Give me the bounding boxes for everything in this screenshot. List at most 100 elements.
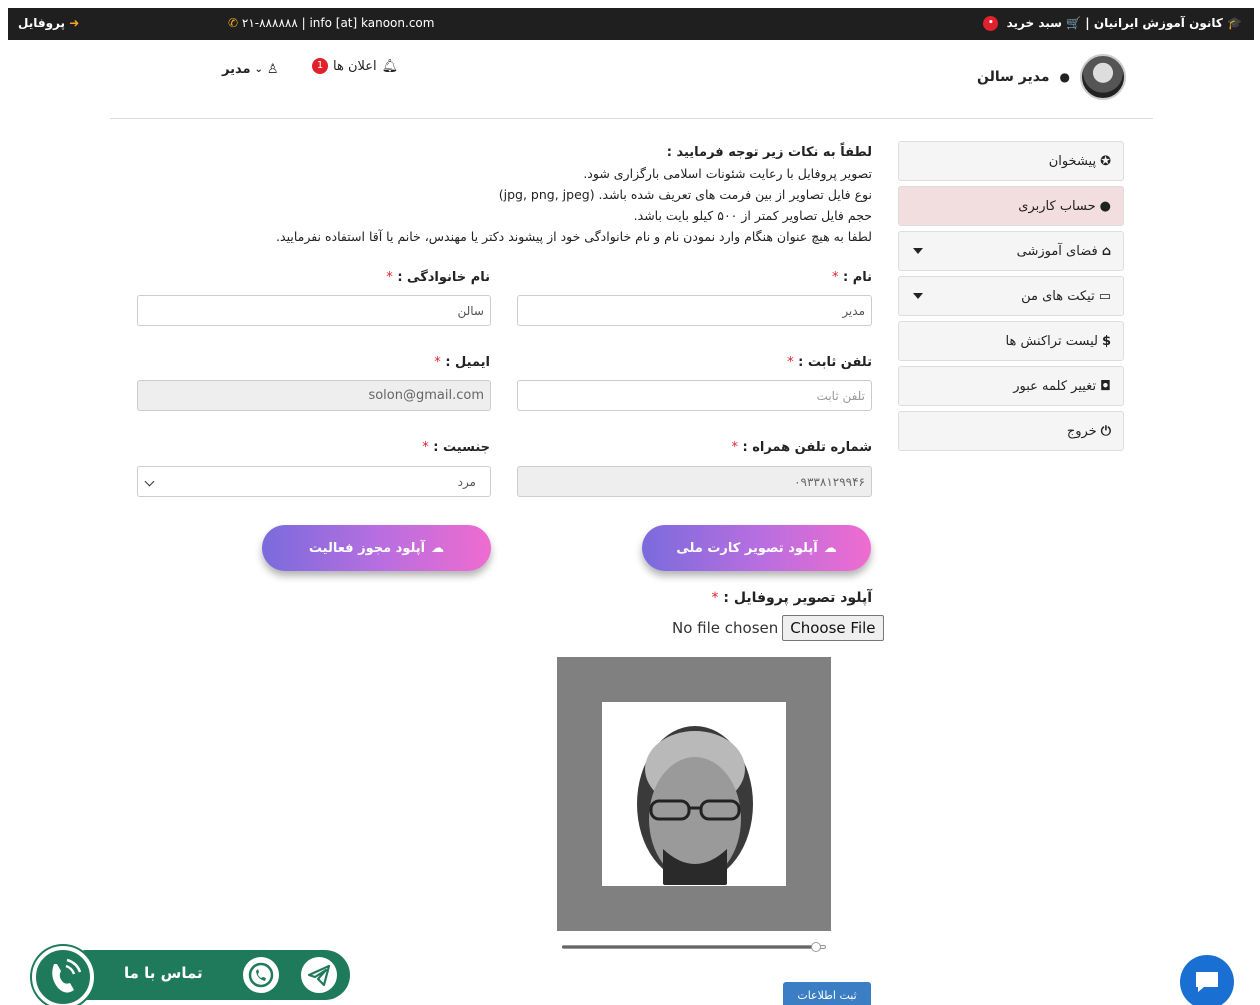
phone-label-text: تلفن ثابت :: [798, 355, 872, 370]
first-name-label-text: نام :: [842, 270, 872, 285]
contact-widget[interactable]: تماس با ما: [32, 946, 350, 1005]
required-mark: *: [434, 355, 441, 370]
sidebar-item-label: حساب کاربری: [1018, 198, 1096, 214]
submit-button[interactable]: ثبت اطلاعات: [783, 982, 871, 1005]
contact-us-label: تماس با ما: [124, 964, 203, 982]
phone-ring-icon[interactable]: [32, 946, 94, 1005]
required-mark: *: [731, 440, 738, 455]
dollar-icon: $: [1101, 333, 1111, 349]
sidebar-item-account[interactable]: ● حساب کاربری: [898, 186, 1124, 226]
last-name-input[interactable]: سالن: [137, 295, 491, 326]
note-line: نوع فایل تصاویر از بین فرمت های تعریف شد…: [498, 187, 872, 202]
gender-label: جنسیت : *: [422, 440, 490, 455]
upload-national-card-button[interactable]: ☁ آپلود تصویر کارت ملی: [642, 525, 871, 571]
choose-file-button[interactable]: Choose File: [782, 615, 884, 641]
image-cropper[interactable]: [557, 657, 831, 931]
user-menu-dropdown[interactable]: ♙ ⌄ مدیر: [222, 62, 279, 77]
bell-icon: 🔔︎: [381, 58, 399, 74]
contact-text: ۲۱-۸۸۸۸۸۸ | info [at] kanoon.com: [241, 16, 435, 30]
chevron-down-icon: [144, 476, 155, 487]
avatar: [1080, 54, 1126, 100]
required-mark: *: [711, 590, 719, 606]
home-icon: ⌂: [1101, 243, 1111, 259]
power-icon: ⏻: [1100, 423, 1111, 439]
zoom-slider[interactable]: [562, 942, 826, 952]
telegram-icon[interactable]: [298, 954, 340, 996]
phone-input[interactable]: تلفن ثابت: [517, 380, 872, 411]
mobile-label-text: شماره تلفن همراه :: [742, 440, 872, 455]
upload-national-card-label: آپلود تصویر کارت ملی: [676, 540, 818, 556]
sidebar-item-logout[interactable]: ⏻ خروج: [898, 411, 1124, 451]
user-menu-label: مدیر: [222, 62, 251, 77]
required-mark: *: [787, 355, 794, 370]
first-name-label: نام : *: [832, 270, 872, 285]
cart-icon: 🛒: [1066, 16, 1082, 30]
profile-image-label: آپلود تصویر پروفایل : *: [712, 590, 872, 606]
sidebar-item-dashboard[interactable]: ✪ پیشخوان: [898, 141, 1124, 181]
notes-box: لطفاً به نکات زیر توجه فرمایید : تصویر پ…: [172, 142, 872, 247]
chat-button[interactable]: [1180, 955, 1234, 1005]
sidebar-item-learning-space[interactable]: ⌂ فضای آموزشی: [898, 231, 1124, 271]
header-user[interactable]: ● مدیر سالن: [977, 54, 1126, 100]
whatsapp-icon[interactable]: [240, 954, 282, 996]
top-bar: 🎓 کانون آموزش ایرانیان | 🛒 سبد خرید • ✆ …: [8, 8, 1254, 40]
cart-link[interactable]: سبد خرید: [1007, 16, 1062, 30]
profile-photo: [637, 726, 753, 885]
lock-icon: ◘: [1100, 378, 1111, 394]
profile-label: پروفایل: [18, 16, 66, 30]
sidebar-item-tickets[interactable]: ▭ تیکت های من: [898, 276, 1124, 316]
cloud-upload-icon: ☁: [823, 540, 837, 556]
brand-separator: |: [1085, 16, 1090, 30]
sidebar-item-transactions[interactable]: $ لیست تراکنش ها: [898, 321, 1124, 361]
slider-fill: [562, 946, 819, 948]
sidebar-item-label: لیست تراکنش ها: [1005, 333, 1098, 349]
contact-info: ✆ ۲۱-۸۸۸۸۸۸ | info [at] kanoon.com: [228, 16, 434, 30]
caret-down-icon: [913, 248, 923, 254]
file-status: No file chosen: [672, 619, 779, 637]
notifications-count-badge: 1: [312, 58, 328, 74]
email-field[interactable]: solon@gmail.com: [137, 380, 491, 411]
profile-link[interactable]: پروفایل ➜: [18, 16, 79, 30]
cloud-upload-icon: ☁: [431, 540, 445, 556]
user-outline-icon: ♙: [266, 62, 279, 77]
gender-selected-value: مرد: [457, 474, 476, 489]
sidebar-item-label: خروج: [1066, 423, 1097, 439]
sidebar-item-change-password[interactable]: ◘ تغییر کلمه عبور: [898, 366, 1124, 406]
email-label: ایمیل : *: [434, 355, 490, 370]
note-line: تصویر پروفایل با رعایت شئونات اسلامی بار…: [583, 166, 872, 181]
gender-select[interactable]: مرد: [137, 466, 491, 497]
note-line: حجم فایل تصاویر کمتر از ۵۰۰ کیلو بایت با…: [633, 208, 872, 223]
mobile-label: شماره تلفن همراه : *: [731, 440, 872, 455]
mobile-field[interactable]: ۰۹۳۳۸۱۲۹۹۴۶: [517, 466, 872, 497]
upload-license-label: آپلود مجوز فعالیت: [308, 540, 426, 556]
notifications-link[interactable]: 🔔︎ اعلان ها 1: [312, 58, 398, 74]
first-name-input[interactable]: مدیر: [517, 295, 872, 326]
header-divider: [110, 118, 1153, 119]
required-mark: *: [422, 440, 429, 455]
note-line: لطفا به هیچ عنوان هنگام وارد نمودن نام و…: [276, 229, 872, 244]
sign-in-icon: ➜: [69, 16, 80, 30]
last-name-label: نام خانوادگی : *: [386, 270, 490, 285]
user-name: مدیر سالن: [977, 69, 1050, 85]
inbox-icon: ▭: [1098, 288, 1111, 304]
required-mark: *: [831, 270, 839, 285]
chevron-down-icon: ⌄: [254, 64, 263, 75]
sidebar-item-label: تیکت های من: [1021, 288, 1095, 304]
brand[interactable]: 🎓 کانون آموزش ایرانیان | 🛒 سبد خرید •: [983, 16, 1242, 31]
phone-label: تلفن ثابت : *: [787, 355, 872, 370]
profile-image-label-text: آپلود تصویر پروفایل :: [723, 590, 872, 606]
sidebar-item-label: پیشخوان: [1048, 153, 1097, 169]
gender-label-text: جنسیت :: [433, 440, 490, 455]
sidebar-item-label: فضای آموزشی: [1016, 243, 1098, 259]
user-icon: ●: [1059, 70, 1070, 84]
notes-heading: لطفاً به نکات زیر توجه فرمایید :: [666, 145, 872, 160]
cart-count-badge: •: [983, 16, 999, 31]
notifications-label: اعلان ها: [333, 58, 377, 74]
slider-thumb[interactable]: [811, 942, 822, 952]
caret-down-icon: [913, 293, 923, 299]
file-input[interactable]: No file chosen Choose File: [672, 615, 884, 641]
sidebar: ✪ پیشخوان ● حساب کاربری ⌂ فضای آموزشی ▭ …: [898, 141, 1124, 456]
email-label-text: ایمیل :: [445, 355, 490, 370]
crop-box[interactable]: [602, 702, 786, 886]
upload-license-button[interactable]: ☁ آپلود مجوز فعالیت: [262, 525, 491, 571]
